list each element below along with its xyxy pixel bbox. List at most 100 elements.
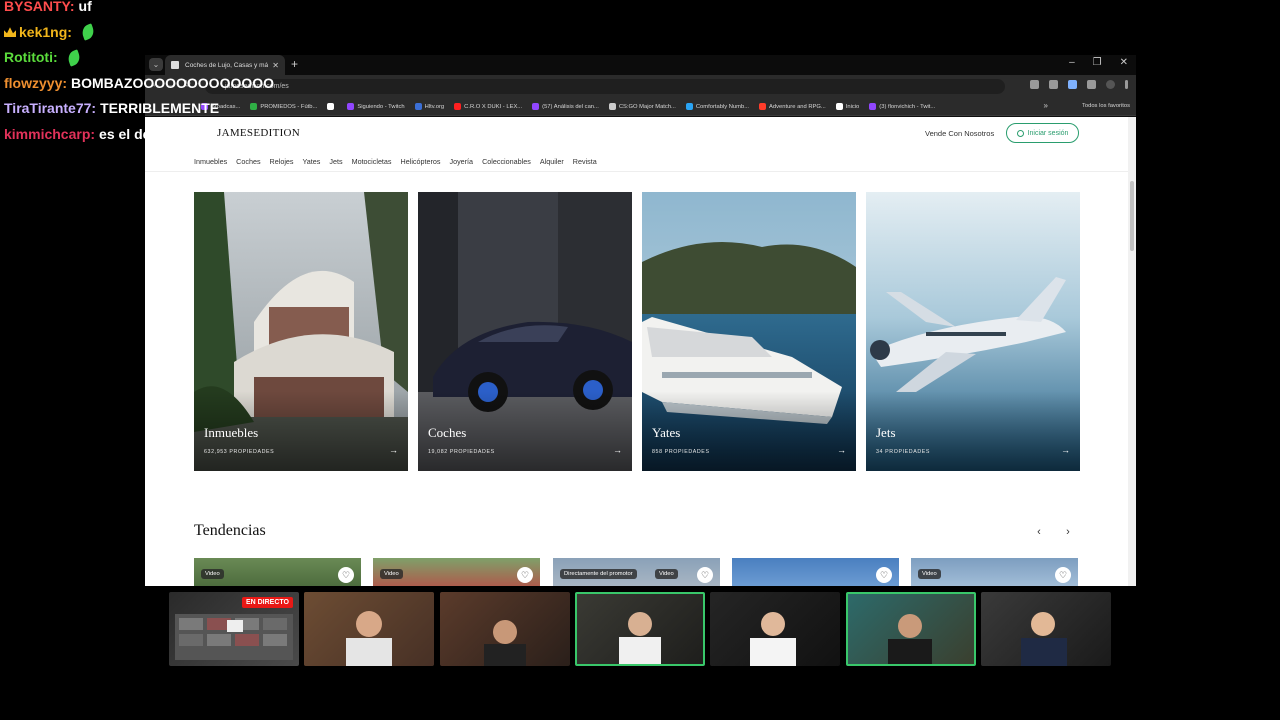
bookmark-item[interactable]: Inicio xyxy=(835,103,859,110)
user-icon xyxy=(1016,129,1024,137)
bookmark-item[interactable]: Adventure and RPG... xyxy=(759,103,826,110)
profile-icon[interactable] xyxy=(1106,80,1115,89)
carousel-next-button[interactable]: › xyxy=(1058,522,1078,542)
streamer-image xyxy=(888,614,932,664)
twitch-icon xyxy=(347,103,355,110)
minimize-button[interactable]: – xyxy=(1069,57,1075,68)
category-card-yates[interactable]: Yates 858 PROPIEDADES → xyxy=(642,192,856,471)
bookmark-item[interactable]: (57) Análisis del can... xyxy=(532,103,599,110)
chat-username: TiraTirante77: xyxy=(4,100,97,117)
x-icon xyxy=(327,103,335,110)
chat-message: Rotitoti: xyxy=(4,45,274,71)
arrow-right-icon: → xyxy=(389,445,398,455)
card-title: Inmuebles xyxy=(204,425,259,440)
nav-item-coches[interactable]: Coches xyxy=(236,157,260,166)
card-shade xyxy=(866,391,1080,471)
trend-card[interactable]: Video ♡ xyxy=(373,558,540,586)
category-card-inmuebles[interactable]: Inmuebles 632,953 PROPIEDADES → xyxy=(194,192,408,471)
tab-strip: ⌄ Coches de Lujo, Casas y más - J ✕ + – … xyxy=(145,55,1136,75)
nav-item-motocicletas[interactable]: Motocicletas xyxy=(352,157,392,166)
window-controls: – ❐ ✕ xyxy=(1069,57,1128,68)
bookmark-label: Comfortably Numb... xyxy=(695,103,750,110)
webcam-feed[interactable] xyxy=(710,592,840,666)
twitch-icon xyxy=(869,103,877,110)
card-title: Yates xyxy=(652,425,681,440)
all-bookmarks-folder[interactable]: Todos los favoritos xyxy=(1082,103,1130,109)
video-badge: Video xyxy=(918,569,941,579)
stream-screen-thumbnail[interactable]: EN DIRECTO xyxy=(169,592,299,666)
extension-icon[interactable] xyxy=(1068,80,1077,89)
nav-item-yates[interactable]: Yates xyxy=(303,157,321,166)
bookmark-item[interactable]: C.R.O X DUKI - LEX... xyxy=(454,103,522,110)
page-scrollbar[interactable] xyxy=(1128,117,1136,586)
bookmark-item[interactable] xyxy=(327,103,337,110)
webcam-feed-active[interactable] xyxy=(846,592,976,666)
arrow-right-icon: → xyxy=(837,445,846,455)
heart-icon[interactable]: ♡ xyxy=(338,567,354,583)
heart-icon[interactable]: ♡ xyxy=(697,567,713,583)
chat-overlay: BYSANTY: uf kek1ng: Rotitoti: flowzyyy: … xyxy=(4,0,274,147)
webcam-feed[interactable] xyxy=(440,592,570,666)
trend-card[interactable]: ♡ xyxy=(732,558,899,586)
nav-item-coleccionables[interactable]: Coleccionables xyxy=(482,157,531,166)
streamer-image xyxy=(1021,612,1067,666)
address-bar[interactable]: jamesedition.com/es xyxy=(205,79,1005,94)
chat-username: kimmichcarp: xyxy=(4,125,96,142)
x-icon xyxy=(835,103,843,110)
heart-icon[interactable]: ♡ xyxy=(876,567,892,583)
bookmark-label: Siguiendo - Twitch xyxy=(357,103,405,110)
nav-item-inmuebles[interactable]: Inmuebles xyxy=(194,157,227,166)
bookmarks-overflow-icon[interactable]: » xyxy=(1044,101,1048,110)
nav-item-joyeria[interactable]: Joyería xyxy=(449,157,473,166)
close-window-button[interactable]: ✕ xyxy=(1120,57,1128,68)
webcam-feed-active[interactable] xyxy=(575,592,705,666)
crown-icon xyxy=(4,27,16,38)
login-label: Iniciar sesión xyxy=(1027,129,1069,137)
nav-item-relojes[interactable]: Relojes xyxy=(270,157,294,166)
heart-icon[interactable]: ♡ xyxy=(517,567,533,583)
scrollbar-thumb[interactable] xyxy=(1130,181,1134,251)
nav-item-alquiler[interactable]: Alquiler xyxy=(540,157,564,166)
login-button[interactable]: Iniciar sesión xyxy=(1006,123,1079,143)
chat-message: TiraTirante77: TERRIBLEMENTE xyxy=(4,96,274,122)
bookmark-item[interactable]: (3) flonvichich - Twit... xyxy=(869,103,935,110)
star-icon[interactable] xyxy=(1049,80,1058,89)
streamer-image xyxy=(304,592,434,666)
menu-icon[interactable] xyxy=(1125,80,1128,89)
bookmark-label: (3) flonvichich - Twit... xyxy=(879,103,936,110)
chat-text: BOMBAZOOOOOOOOOOOOO xyxy=(71,74,275,91)
nav-item-revista[interactable]: Revista xyxy=(573,157,597,166)
carousel-prev-button[interactable]: ‹ xyxy=(1029,522,1049,542)
category-card-coches[interactable]: Coches 19,082 PROPIEDADES → xyxy=(418,192,632,471)
trend-card[interactable]: Directamente del promotor Video ♡ xyxy=(553,558,720,586)
nav-item-helicopteros[interactable]: Helicópteros xyxy=(401,157,441,166)
webcam-feed[interactable] xyxy=(304,592,434,666)
chat-message: flowzyyy: BOMBAZOOOOOOOOOOOOO xyxy=(4,71,274,97)
category-card-jets[interactable]: Jets 34 PROPIEDADES → xyxy=(866,192,1080,471)
streamer-image xyxy=(750,612,796,666)
nav-item-jets[interactable]: Jets xyxy=(329,157,342,166)
chat-username: kek1ng: xyxy=(19,23,72,40)
webcam-feed[interactable] xyxy=(981,592,1111,666)
trend-card[interactable]: Video ♡ xyxy=(911,558,1078,586)
puzzle-icon[interactable] xyxy=(1087,80,1096,89)
bookmark-label: CS:GO Major Match... xyxy=(618,103,676,110)
bookmark-item[interactable]: Siguiendo - Twitch xyxy=(347,103,405,110)
sell-with-us-link[interactable]: Vende Con Nosotros xyxy=(925,129,994,138)
bookmark-label: Adventure and RPG... xyxy=(769,103,826,110)
heart-icon[interactable]: ♡ xyxy=(1055,567,1071,583)
card-count: 34 PROPIEDADES xyxy=(876,449,931,455)
csgo-icon xyxy=(608,103,616,110)
bookmark-item[interactable]: CS:GO Major Match... xyxy=(608,103,676,110)
bookmark-item[interactable]: Hltv.org xyxy=(414,103,444,110)
chat-message: kek1ng: xyxy=(4,20,274,46)
browser-window: ⌄ Coches de Lujo, Casas y más - J ✕ + – … xyxy=(145,55,1136,586)
card-title: Coches xyxy=(428,425,467,440)
cast-icon[interactable] xyxy=(1030,80,1039,89)
trend-card[interactable]: Video ♡ xyxy=(194,558,361,586)
bookmark-label: (57) Análisis del can... xyxy=(542,103,599,110)
bookmark-item[interactable]: Comfortably Numb... xyxy=(685,103,750,110)
restore-button[interactable]: ❐ xyxy=(1093,57,1102,68)
streamer-image xyxy=(619,612,661,664)
new-tab-button[interactable]: + xyxy=(291,57,298,71)
